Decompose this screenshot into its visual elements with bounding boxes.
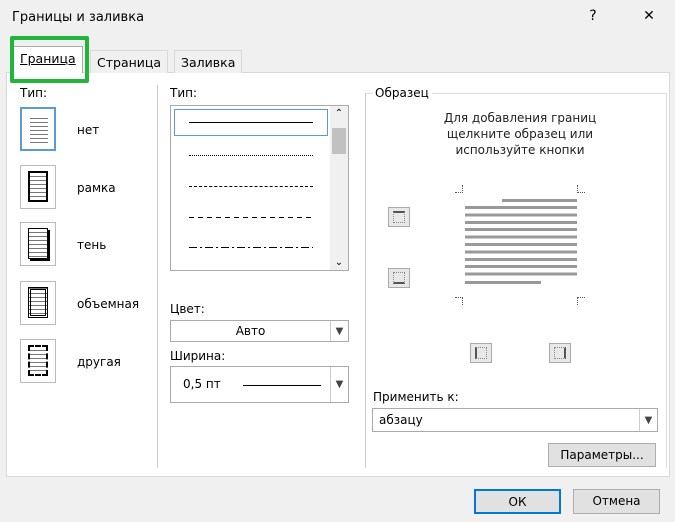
left-border-button[interactable]: [470, 343, 492, 363]
setting-3d-label[interactable]: объемная: [77, 297, 139, 311]
setting-shadow-label[interactable]: тень: [77, 238, 106, 252]
color-label: Цвет:: [170, 302, 205, 316]
chevron-down-icon: ▼: [330, 321, 348, 341]
setting-box-label[interactable]: рамка: [77, 181, 116, 195]
width-value: 0,5 пт: [183, 377, 221, 391]
setting-custom-label[interactable]: другая: [77, 355, 121, 369]
scroll-up-icon[interactable]: ⌃: [330, 108, 348, 119]
line-dotted[interactable]: [189, 155, 313, 156]
line-style-list[interactable]: ⌃ ⌄: [170, 105, 349, 271]
width-sample-line: [243, 385, 321, 386]
chevron-down-icon: ▼: [639, 409, 657, 431]
highlight-box: [10, 36, 89, 83]
apply-to-dropdown[interactable]: абзацу ▼: [372, 408, 658, 432]
setting-custom-icon[interactable]: [20, 339, 56, 383]
help-button[interactable]: ?: [578, 8, 608, 24]
window-title: Границы и заливка: [12, 10, 145, 25]
apply-to-value: абзацу: [379, 413, 423, 427]
ok-button[interactable]: ОК: [474, 489, 561, 514]
tab-label: Страница: [97, 55, 162, 70]
close-button[interactable]: ✕: [634, 8, 664, 24]
setting-3d-icon[interactable]: [20, 281, 56, 325]
line-solid[interactable]: [189, 122, 313, 123]
apply-to-label: Применить к:: [373, 390, 459, 404]
scroll-thumb[interactable]: [332, 128, 346, 154]
line-dash-dot[interactable]: [189, 247, 313, 248]
setting-label: Тип:: [20, 86, 48, 100]
preview-label: Образец: [372, 86, 432, 100]
top-border-button[interactable]: [388, 207, 410, 227]
setting-none-icon[interactable]: [20, 107, 56, 151]
line-long-dashed[interactable]: [189, 217, 313, 218]
preview-hint-1: Для добавления границ: [443, 111, 597, 125]
tab-shading[interactable]: Заливка: [174, 50, 243, 73]
width-dropdown[interactable]: 0,5 пт ▼: [170, 366, 349, 403]
chevron-down-icon: ▼: [330, 367, 348, 402]
options-button[interactable]: Параметры...: [548, 443, 656, 467]
color-dropdown[interactable]: Авто ▼: [170, 320, 349, 342]
width-label: Ширина:: [170, 349, 226, 363]
setting-none-label[interactable]: нет: [77, 123, 99, 137]
setting-shadow-icon[interactable]: [20, 222, 56, 266]
scrollbar[interactable]: ⌃ ⌄: [330, 106, 348, 270]
tab-page-border[interactable]: Страница: [90, 50, 169, 73]
bottom-border-button[interactable]: [388, 268, 410, 288]
preview-sample[interactable]: [455, 185, 585, 305]
setting-box-icon[interactable]: [20, 165, 56, 209]
style-label: Тип:: [170, 86, 198, 100]
preview-hint-3: используйте кнопки: [455, 143, 585, 157]
preview-hint-2: щелкните образец или: [446, 127, 594, 141]
cancel-button[interactable]: Отмена: [573, 489, 660, 514]
scroll-down-icon[interactable]: ⌄: [330, 257, 348, 268]
tab-label: Заливка: [181, 55, 236, 70]
right-border-button[interactable]: [549, 343, 571, 363]
line-dashed[interactable]: [189, 186, 313, 187]
color-value: Авто: [235, 324, 266, 338]
divider: [157, 85, 158, 468]
